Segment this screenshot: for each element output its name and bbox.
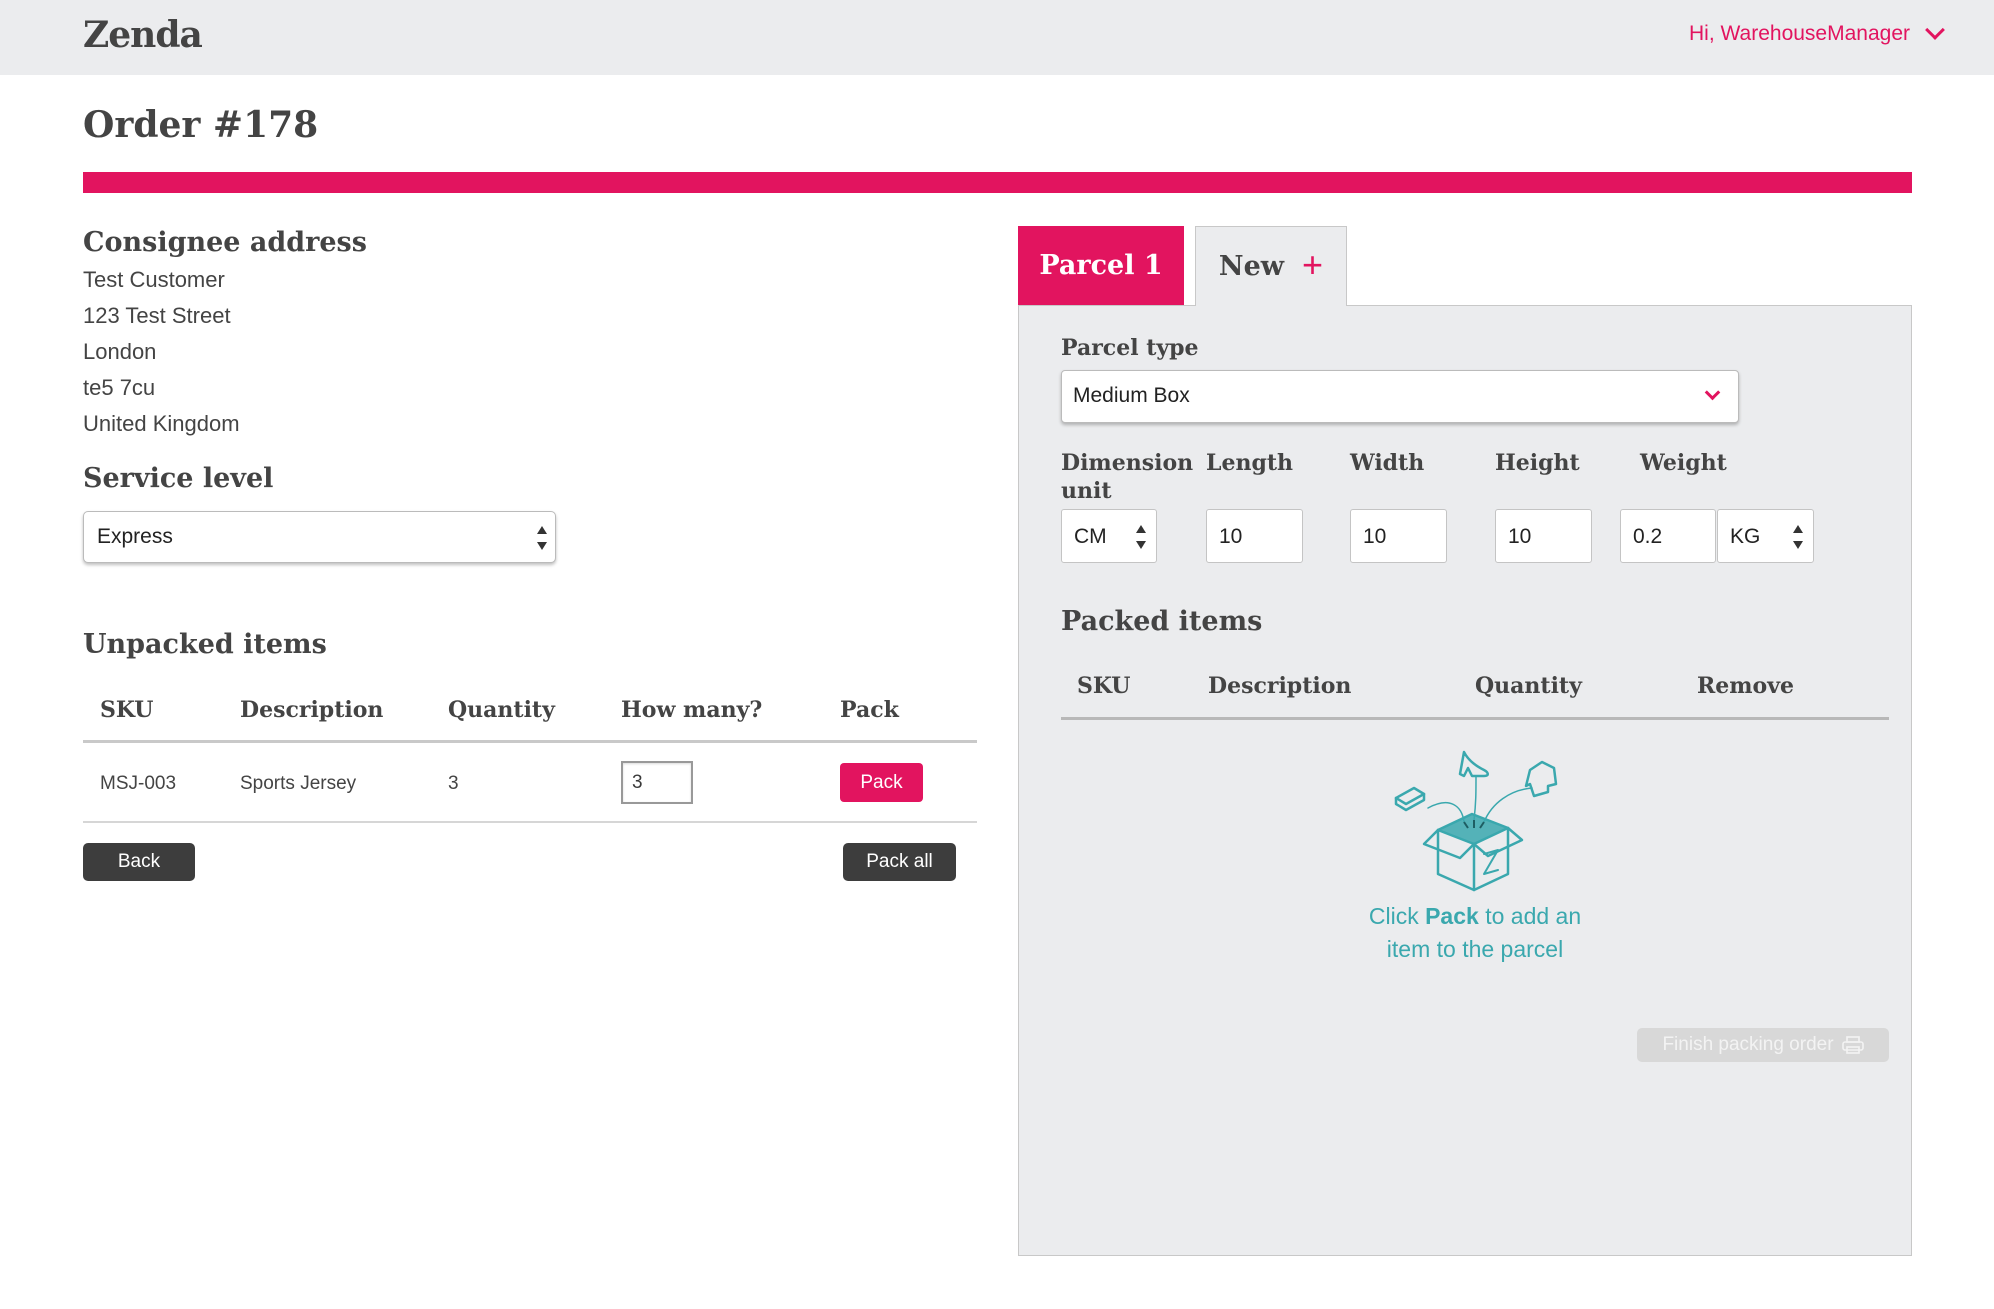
finish-packing-button[interactable]: Finish packing order [1637, 1028, 1889, 1062]
printer-icon [1841, 1036, 1864, 1054]
row-divider [83, 821, 977, 823]
col-quantity: Quantity [448, 697, 555, 723]
row-description: Sports Jersey [240, 773, 357, 794]
tab-parcel-1[interactable]: Parcel 1 [1018, 226, 1184, 305]
address-line: Test Customer [83, 267, 225, 292]
tab-new-label: New [1218, 251, 1285, 282]
row-sku: MSJ-003 [100, 773, 177, 794]
consignee-heading: Consignee address [83, 227, 367, 258]
address-line: te5 7cu [83, 375, 156, 400]
tab-new-parcel[interactable]: New + [1195, 226, 1347, 306]
packed-col-description: Description [1208, 673, 1352, 699]
parcel-type-select[interactable]: Medium Box [1061, 370, 1739, 423]
empty-packed-message: Click Pack to add an item to the parcel [1368, 903, 1582, 962]
parcel-type-label: Parcel type [1061, 335, 1199, 361]
row-quantity: 3 [448, 773, 459, 794]
consignee-address: Test Customer 123 Test Street London te5… [83, 262, 240, 442]
packed-col-quantity: Quantity [1475, 673, 1582, 699]
weight-label: Weight [1640, 450, 1727, 476]
height-label: Height [1495, 450, 1580, 476]
height-input[interactable]: 10 [1495, 509, 1592, 563]
finish-packing-label: Finish packing order [1662, 1034, 1834, 1055]
col-pack: Pack [840, 697, 899, 723]
select-arrows-icon [537, 526, 547, 550]
address-line: United Kingdom [83, 411, 240, 436]
empty-parcel-illustration [1394, 750, 1558, 892]
col-sku: SKU [100, 697, 154, 723]
top-header: Zenda Hi, WarehouseManager [0, 0, 1994, 75]
select-arrows-icon [1136, 525, 1146, 549]
col-how-many: How many? [621, 697, 763, 723]
length-input[interactable]: 10 [1206, 509, 1303, 563]
length-label: Length [1206, 450, 1294, 476]
table-header-divider [83, 740, 977, 743]
service-level-select[interactable]: Express [83, 511, 556, 563]
chevron-down-icon [1704, 384, 1721, 401]
title-divider-bar [83, 172, 1912, 193]
back-button[interactable]: Back [83, 843, 195, 881]
width-label: Width [1350, 450, 1425, 476]
chevron-down-icon [1925, 20, 1945, 40]
packed-col-remove: Remove [1697, 673, 1795, 699]
width-input[interactable]: 10 [1350, 509, 1447, 563]
zenda-logo[interactable]: Zenda [83, 14, 203, 56]
service-level-value: Express [97, 525, 173, 548]
page-title: Order #178 [83, 104, 319, 146]
unpacked-items-heading: Unpacked items [83, 629, 327, 660]
pack-all-button[interactable]: Pack all [843, 843, 956, 881]
dimension-unit-label: Dimension unit [1061, 450, 1194, 504]
select-arrows-icon [1793, 525, 1803, 549]
user-greeting: Hi, WarehouseManager [1689, 22, 1910, 45]
col-description: Description [240, 697, 384, 723]
weight-unit-select[interactable]: KG [1717, 509, 1814, 563]
dimension-unit-select[interactable]: CM [1061, 509, 1157, 563]
address-line: London [83, 339, 157, 364]
weight-input[interactable]: 0.2 [1620, 509, 1716, 563]
user-menu[interactable]: Hi, WarehouseManager [1689, 20, 1948, 46]
plus-icon: + [1302, 243, 1324, 285]
parcel-type-value: Medium Box [1073, 384, 1190, 407]
pack-button[interactable]: Pack [840, 763, 923, 802]
packed-col-sku: SKU [1077, 673, 1131, 699]
address-line: 123 Test Street [83, 303, 231, 328]
empty-pack-word: Pack [1425, 903, 1479, 929]
service-level-heading: Service level [83, 463, 274, 494]
packed-header-divider [1061, 717, 1889, 720]
packed-items-heading: Packed items [1061, 606, 1263, 637]
how-many-input[interactable]: 3 [621, 761, 693, 804]
